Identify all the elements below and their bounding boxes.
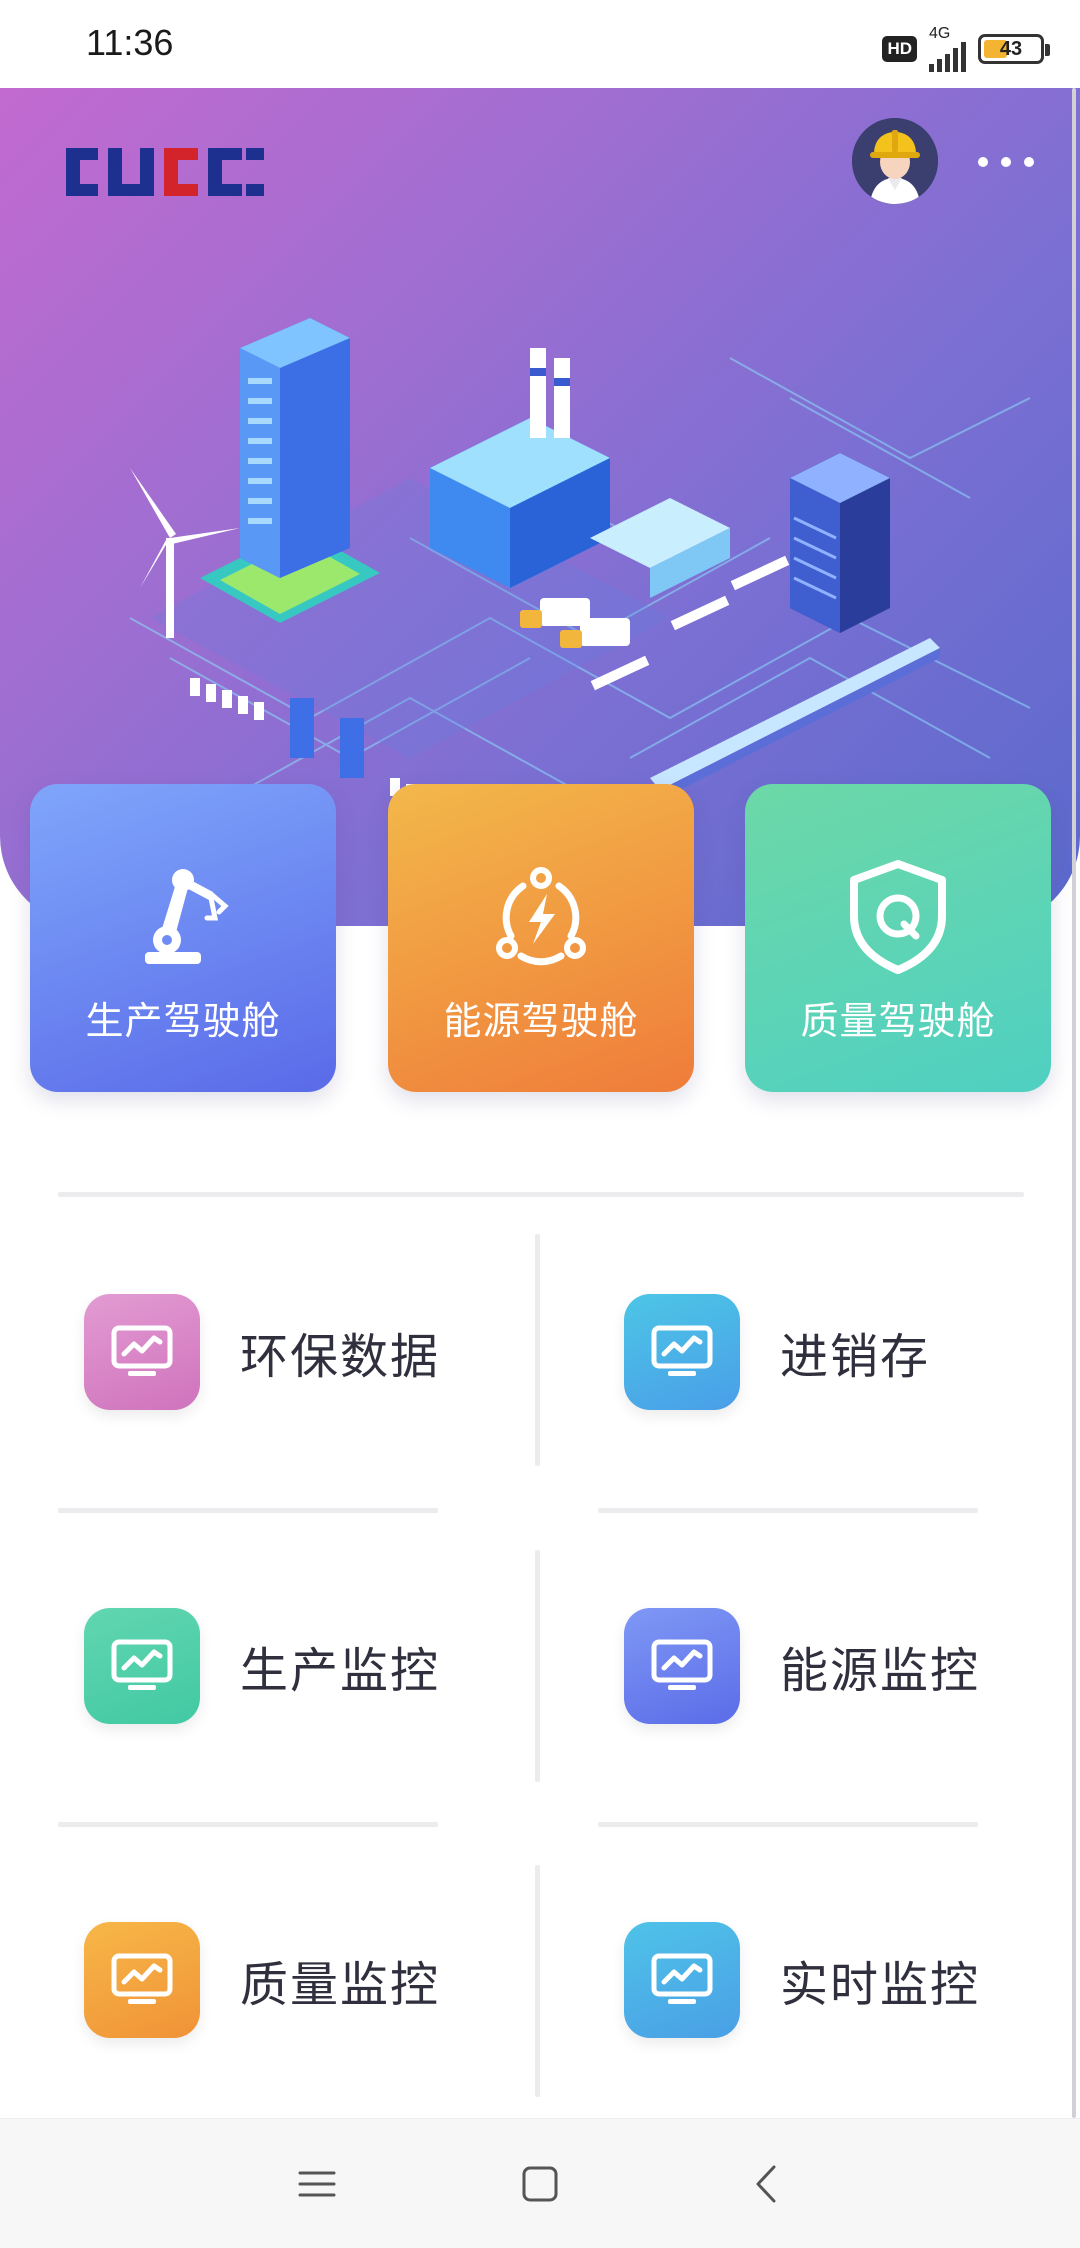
cockpit-label: 质量驾驶舱	[800, 999, 996, 1043]
back-chevron-icon[interactable]	[742, 2159, 792, 2209]
home-square-icon[interactable]	[515, 2159, 565, 2209]
system-nav-bar	[0, 2118, 1080, 2248]
monitor-chart-icon	[84, 1922, 200, 2038]
quality-shield-icon	[850, 860, 946, 974]
battery-icon: 43	[978, 34, 1050, 64]
column-divider	[535, 1865, 540, 2097]
menu-label: 环保数据	[240, 1329, 441, 1385]
production-cockpit-card[interactable]: 生产驾驶舱	[30, 784, 336, 1092]
energy-lightning-icon	[496, 867, 586, 966]
menu-inventory[interactable]: 进销存	[624, 1292, 930, 1412]
battery-level: 43	[999, 37, 1023, 60]
worker-avatar-icon	[852, 118, 938, 204]
status-time: 11:36	[86, 22, 174, 63]
smart-factory-illustration	[129, 318, 1031, 814]
monitor-chart-icon	[624, 1922, 740, 2038]
monitor-chart-icon	[84, 1294, 200, 1410]
column-divider	[535, 1550, 540, 1782]
hd-icon: HD	[882, 36, 917, 62]
monitor-chart-icon	[624, 1608, 740, 1724]
network-type: 4G	[929, 25, 951, 42]
monitor-chart-icon	[624, 1294, 740, 1410]
menu-quality-monitor[interactable]: 质量监控	[84, 1920, 440, 2040]
cockpit-label: 生产驾驶舱	[85, 999, 281, 1043]
monitor-chart-icon	[84, 1608, 200, 1724]
menu-realtime-monitor[interactable]: 实时监控	[624, 1920, 980, 2040]
page-scrollbar[interactable]	[1072, 88, 1076, 2118]
menu-label: 实时监控	[780, 1957, 981, 2013]
menu-label: 质量监控	[240, 1957, 441, 2013]
menu-environmental-data[interactable]: 环保数据	[84, 1292, 440, 1412]
menu-label: 能源监控	[780, 1643, 981, 1699]
more-dot-icon	[1024, 157, 1034, 167]
more-dot-icon	[1001, 157, 1011, 167]
user-avatar[interactable]	[852, 118, 938, 204]
row-divider	[598, 1822, 978, 1827]
menu-production-monitor[interactable]: 生产监控	[84, 1606, 440, 1726]
column-divider	[535, 1234, 540, 1466]
cockpit-label: 能源驾驶舱	[443, 999, 639, 1043]
cucc-logo	[66, 148, 264, 196]
signal-icon	[929, 42, 966, 72]
row-divider	[58, 1822, 438, 1827]
energy-cockpit-card[interactable]: 能源驾驶舱	[388, 784, 694, 1092]
hamburger-icon[interactable]	[292, 2159, 342, 2209]
status-bar: 11:36 HD 4G 43	[0, 0, 1080, 88]
robot-arm-icon	[145, 869, 229, 964]
menu-label: 生产监控	[240, 1643, 441, 1699]
menu-label: 进销存	[780, 1329, 931, 1385]
more-dot-icon	[978, 157, 988, 167]
section-divider	[58, 1192, 1024, 1197]
menu-energy-monitor[interactable]: 能源监控	[624, 1606, 980, 1726]
quality-cockpit-card[interactable]: 质量驾驶舱	[745, 784, 1051, 1092]
more-options-button[interactable]	[978, 148, 1034, 176]
row-divider	[598, 1508, 978, 1513]
status-icons: HD 4G 43	[882, 26, 1050, 72]
row-divider	[58, 1508, 438, 1513]
network-indicator: 4G	[929, 26, 966, 72]
